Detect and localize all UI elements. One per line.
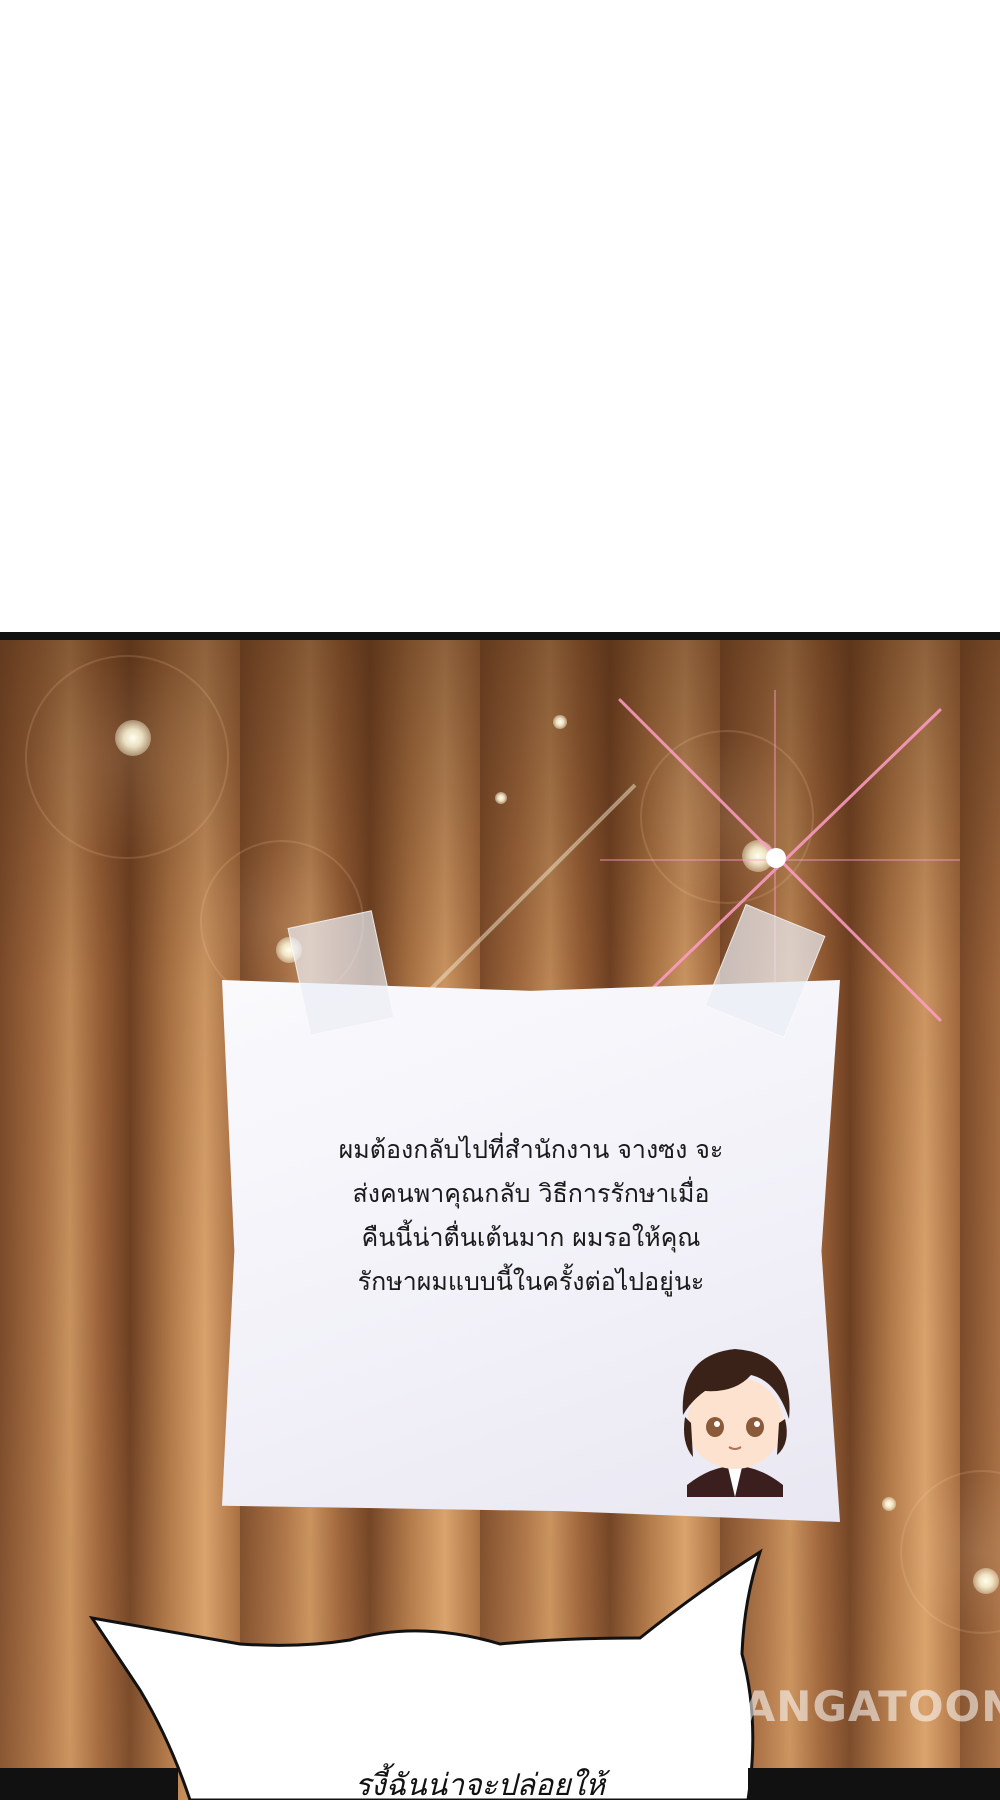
- light-orb: [553, 715, 567, 729]
- panel-divider: [0, 632, 1000, 640]
- panel-bottom-border: [0, 1768, 1000, 1800]
- note-line: ผมต้องกลับไปที่สำนักงาน จางซง จะ: [338, 1135, 724, 1164]
- note-line: คืนนี้น่าตื่นเต้นมาก ผมรอให้คุณ: [361, 1223, 701, 1252]
- watermark-logo: MANGATOON: [700, 1682, 1000, 1731]
- comic-page: ผมต้องกลับไปที่สำนักงาน จางซง จะ ส่งคนพา…: [0, 0, 1000, 1803]
- speech-bubble: [88, 1548, 763, 1800]
- blank-top-panel: [0, 0, 1000, 632]
- bokeh-circle: [25, 655, 229, 859]
- light-orb: [882, 1497, 896, 1511]
- note-line: ส่งคนพาคุณกลับ วิธีการรักษาเมื่อ: [352, 1179, 710, 1208]
- note-line: รักษาผมแบบนี้ในครั้งต่อไปอยู่นะ: [357, 1267, 705, 1296]
- note-message: ผมต้องกลับไปที่สำนักงาน จางซง จะ ส่งคนพา…: [222, 1128, 840, 1304]
- light-orb: [115, 720, 151, 756]
- chibi-character-icon: [682, 1349, 790, 1497]
- light-streak: [423, 783, 637, 997]
